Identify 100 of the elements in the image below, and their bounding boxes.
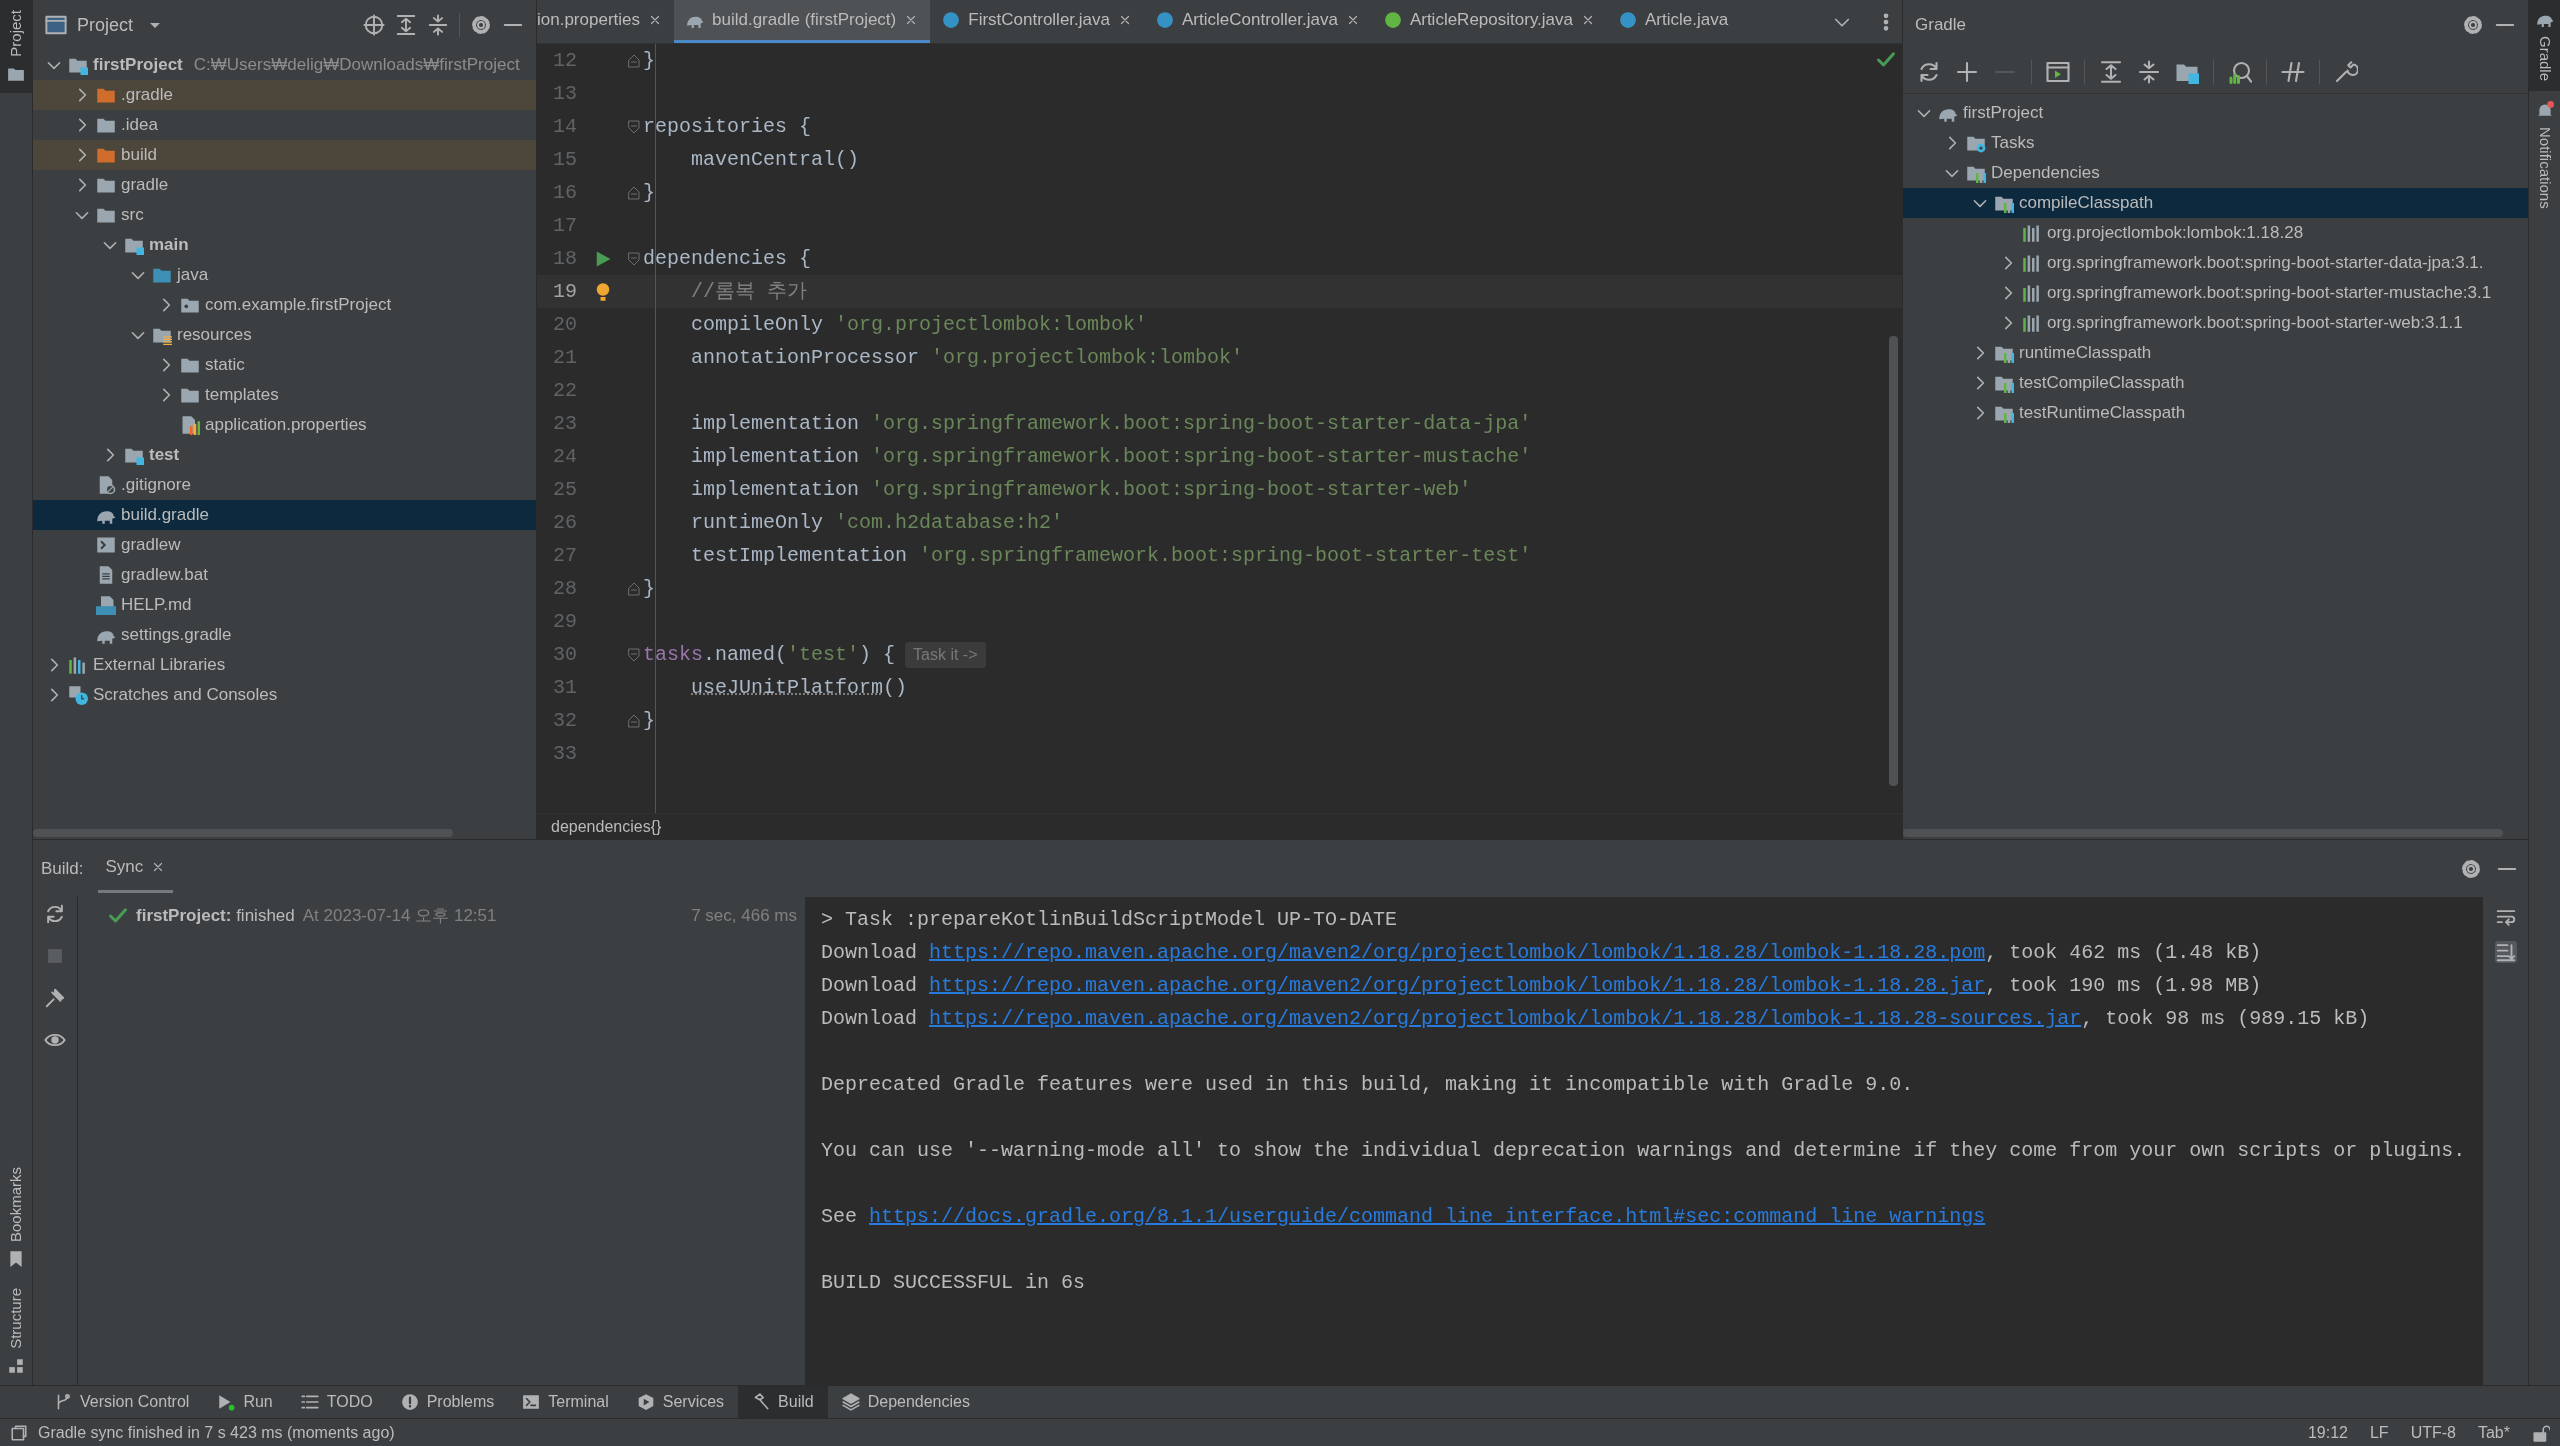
editor-tab[interactable]: ArticleController.java (1144, 0, 1372, 43)
panel-title-dropdown[interactable]: Project (77, 11, 164, 39)
expand-all-icon[interactable] (2099, 59, 2123, 84)
tree-item[interactable]: firstProject C:₩Users₩delig₩Downloads₩firstProject (33, 50, 536, 80)
tool-window-button[interactable]: Version Control (40, 1386, 204, 1418)
collapse-all-icon[interactable] (2137, 59, 2161, 84)
close-icon[interactable] (1118, 13, 1132, 27)
crosshair-icon[interactable] (363, 14, 385, 36)
wrench-icon[interactable] (2334, 59, 2358, 84)
tool-window-button[interactable]: Gradle (2529, 0, 2560, 92)
tool-window-button[interactable]: Project (0, 0, 32, 93)
tool-window-button[interactable]: Problems (386, 1386, 509, 1418)
link[interactable]: https://repo.maven.apache.org/maven2/org/projectlombok/lombok/1.18.28/lombok-1.18.28.pom (929, 941, 1986, 964)
panel-title: Build: (41, 857, 84, 880)
scroll-to-end-icon[interactable] (2494, 941, 2517, 963)
tree-item[interactable]: static (33, 350, 536, 380)
editor-tab[interactable]: FirstController.java (930, 0, 1144, 43)
tree-item[interactable]: compileClasspath (1903, 188, 2528, 218)
tree-item[interactable]: Tasks (1903, 128, 2528, 158)
status-item[interactable]: UTF-8 (2410, 1420, 2456, 1445)
tree-item[interactable]: resources (33, 320, 536, 350)
tree-item[interactable]: firstProject (1903, 98, 2528, 128)
tree-item[interactable]: settings.gradle (33, 620, 536, 650)
build-status-text[interactable]: firstProject: finished (136, 903, 295, 929)
tree-item[interactable]: com.example.firstProject (33, 290, 536, 320)
exclamation-icon (400, 1393, 419, 1411)
tree-item[interactable]: .idea (33, 110, 536, 140)
close-icon[interactable] (648, 13, 662, 27)
tree-item[interactable]: External Libraries (33, 650, 536, 680)
editor-tab[interactable]: build.gradle (firstProject) (674, 0, 931, 43)
settings-icon[interactable] (2460, 857, 2482, 880)
tree-item[interactable]: org.springframework.boot:spring-boot-starter-web:3.1.1 (1903, 308, 2528, 338)
tree-item[interactable]: build.gradle (33, 500, 536, 530)
tree-item[interactable]: .gradle (33, 80, 536, 110)
fold-icon[interactable] (626, 250, 642, 267)
tool-window-button[interactable]: Build (738, 1386, 828, 1418)
tree-item[interactable]: Dependencies (1903, 158, 2528, 188)
wrap-icon[interactable] (2494, 907, 2517, 929)
tree-item[interactable]: gradle (33, 170, 536, 200)
editor-tab[interactable]: Article.java (1607, 0, 1741, 43)
tree-item[interactable]: application.properties (33, 410, 536, 440)
tool-tab[interactable]: Sync (97, 844, 174, 893)
tool-window-button[interactable]: Terminal (508, 1386, 623, 1418)
slashes-icon[interactable] (2281, 59, 2305, 84)
tool-window-button[interactable]: Services (622, 1386, 739, 1418)
fold-icon[interactable] (626, 184, 642, 201)
tree-item[interactable]: org.springframework.boot:spring-boot-starter-mustache:3.1 (1903, 278, 2528, 308)
settings-icon[interactable] (470, 14, 492, 36)
status-item[interactable]: Tab* (2477, 1420, 2510, 1445)
collapse-all-icon[interactable] (427, 14, 449, 36)
code-line: //롬복 추가 (690, 278, 807, 305)
tool-window-button[interactable]: TODO (286, 1386, 387, 1418)
tree-item[interactable]: gradlew.bat (33, 560, 536, 590)
tree-item[interactable]: gradlew (33, 530, 536, 560)
tree-item[interactable]: src (33, 200, 536, 230)
tree-item[interactable]: org.springframework.boot:spring-boot-starter-data-jpa:3.1. (1903, 248, 2528, 278)
square-icon[interactable] (10, 1423, 28, 1442)
fold-icon[interactable] (626, 646, 642, 663)
expand-all-icon[interactable] (395, 14, 417, 36)
tree-item[interactable]: HELP.md (33, 590, 536, 620)
editor-tab[interactable]: ArticleRepository.java (1371, 0, 1608, 43)
link[interactable]: https://repo.maven.apache.org/maven2/org/projectlombok/lombok/1.18.28/lombok-1.18.28-sources.jar (929, 1007, 2082, 1030)
scrollbar-thumb[interactable] (1889, 336, 1898, 786)
console-line: BUILD SUCCESSFUL in 6s (821, 1270, 1087, 1296)
tool-window-button[interactable]: Run (203, 1386, 287, 1418)
tree-item[interactable]: .gitignore (33, 470, 536, 500)
fold-icon[interactable] (626, 712, 642, 729)
fold-icon[interactable] (626, 580, 642, 597)
fold-icon[interactable] (626, 118, 642, 135)
status-item[interactable]: LF (2369, 1420, 2389, 1445)
tree-item[interactable]: java (33, 260, 536, 290)
status-item[interactable]: 19:12 (2307, 1420, 2348, 1445)
run-window-icon[interactable] (2046, 59, 2070, 84)
magnifier-icon[interactable] (2228, 59, 2252, 84)
add-icon[interactable] (1955, 59, 1979, 84)
tool-window-button[interactable]: Bookmarks (0, 1157, 32, 1279)
editor-tab[interactable]: ion.properties (537, 0, 674, 43)
link[interactable]: https://docs.gradle.org/8.1.1/userguide/command_line_interface.html#sec:command_line_warnings (869, 1205, 1986, 1228)
tree-item[interactable]: templates (33, 380, 536, 410)
tree-item[interactable]: runtimeClasspath (1903, 338, 2528, 368)
scrollbar-thumb[interactable] (1903, 829, 2503, 837)
tool-window-button[interactable]: Structure (0, 1278, 32, 1385)
tree-item[interactable]: testRuntimeClasspath (1903, 398, 2528, 428)
tool-window-button[interactable]: Dependencies (827, 1386, 984, 1418)
tree-item[interactable]: test (33, 440, 536, 470)
tree-item[interactable]: Scratches and Consoles (33, 680, 536, 710)
tool-window-button[interactable]: Notifications (2529, 91, 2560, 219)
settings-icon[interactable] (2462, 14, 2484, 36)
tree-item[interactable]: org.projectlombok:lombok:1.18.28 (1903, 218, 2528, 248)
tree-item[interactable]: testCompileClasspath (1903, 368, 2528, 398)
layers-icon (841, 1393, 860, 1411)
fold-icon[interactable] (626, 52, 642, 69)
pin-icon[interactable] (44, 987, 66, 1009)
refresh-icon[interactable] (1917, 59, 1941, 84)
tree-item[interactable]: build (33, 140, 536, 170)
tree-item[interactable]: main (33, 230, 536, 260)
refresh-icon[interactable] (44, 903, 66, 925)
scrollbar-thumb[interactable] (33, 829, 453, 837)
link[interactable]: https://repo.maven.apache.org/maven2/org/projectlombok/lombok/1.18.28/lombok-1.18.28.jar (929, 974, 1986, 997)
lock-icon[interactable] (2532, 1423, 2550, 1442)
